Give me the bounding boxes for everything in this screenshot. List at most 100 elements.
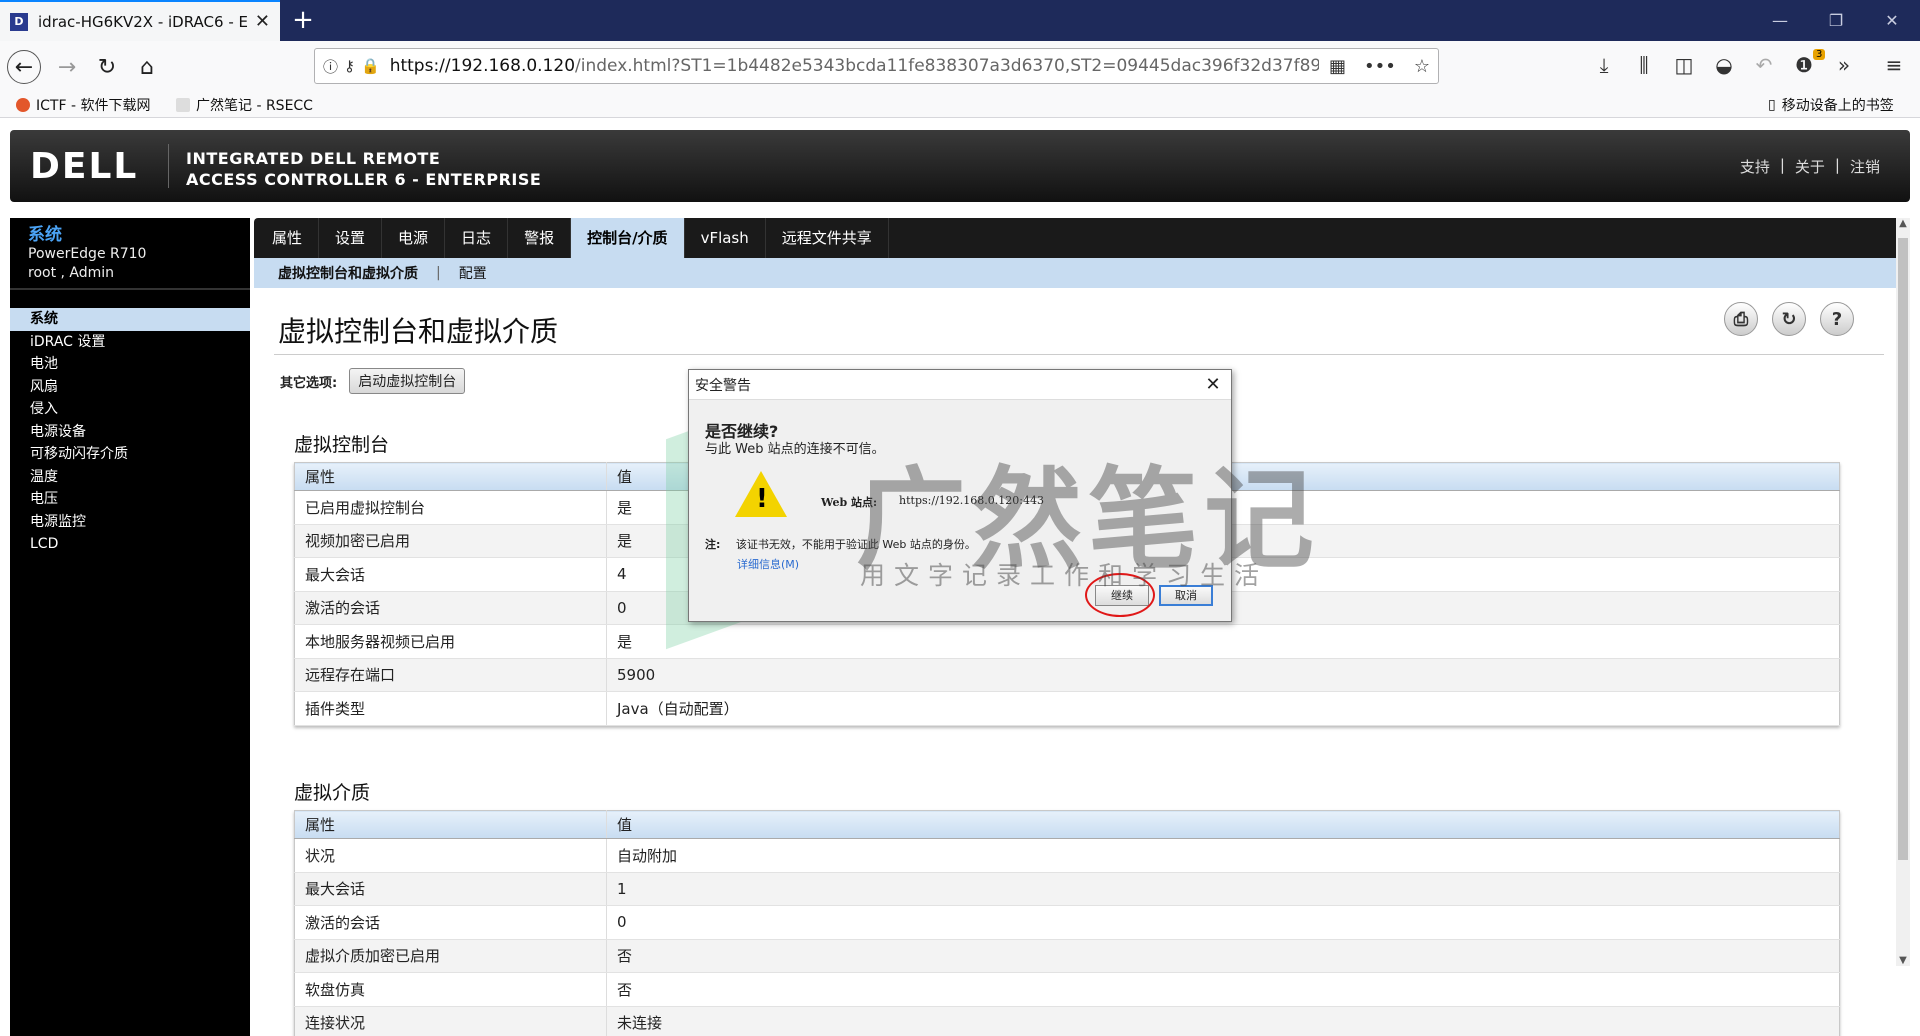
title-divider <box>274 354 1884 355</box>
col-property: 属性 <box>294 462 607 491</box>
undo-icon[interactable]: ↶ <box>1750 53 1778 77</box>
launch-console-button[interactable]: 启动虚拟控制台 <box>349 368 466 394</box>
table-row: 本地服务器视频已启用是 <box>294 624 1840 659</box>
tab-power[interactable]: 电源 <box>382 218 446 258</box>
tab-vflash[interactable]: vFlash <box>685 218 766 258</box>
sidebar-item-idrac-settings[interactable]: iDRAC 设置 <box>10 331 250 354</box>
vm-table: 属性 值 状况 自动附加 最大会话 1 激活的会话 0 虚拟介质加密已启用否 软盘仿真… <box>294 810 1840 1036</box>
new-tab-icon[interactable]: + <box>288 6 318 36</box>
system-model: PowerEdge R710 <box>28 246 147 262</box>
col-property: 属性 <box>294 810 607 839</box>
overflow-chevron-icon[interactable]: » <box>1830 53 1858 77</box>
sidebar-item-power-monitoring[interactable]: 电源监控 <box>10 511 250 534</box>
row-value: Java（自动配置） <box>606 691 1840 726</box>
tab-alerts[interactable]: 警报 <box>508 218 572 258</box>
vm-section-title: 虚拟介质 <box>294 782 371 804</box>
scroll-down-icon[interactable]: ▼ <box>1896 955 1910 966</box>
row-property: 视频加密已启用 <box>294 524 607 558</box>
row-property: 最大会话 <box>294 872 607 906</box>
bookmark-label: ICTF - 软件下载网 <box>36 98 151 114</box>
table-row: 连接状况 未连接 <box>294 1006 1840 1036</box>
tab-close-icon[interactable]: ✕ <box>255 11 270 32</box>
product-title-line2: ACCESS CONTROLLER 6 - ENTERPRISE <box>186 170 542 189</box>
url-text[interactable]: https://192.168.0.120/index.html?ST1=1b4… <box>390 56 1319 76</box>
mobile-bookmarks[interactable]: ▯ 移动设备上的书签 <box>1768 95 1894 115</box>
scrollbar-thumb[interactable] <box>1898 238 1908 860</box>
print-icon[interactable]: ⎙ <box>1724 302 1758 336</box>
sidebar-item-intrusion[interactable]: 侵入 <box>10 398 250 421</box>
row-property: 状况 <box>294 838 607 873</box>
vc-section-title: 虚拟控制台 <box>294 434 390 456</box>
scroll-up-icon[interactable]: ▲ <box>1896 218 1910 229</box>
minimize-icon[interactable]: — <box>1752 0 1808 41</box>
bookmark-rsecc[interactable]: 广然笔记 - RSECC <box>176 95 313 115</box>
col-value: 值 <box>606 810 1840 839</box>
row-value: 否 <box>606 972 1840 1007</box>
sidebar-item-flash-media[interactable]: 可移动闪存介质 <box>10 443 250 466</box>
row-property: 软盘仿真 <box>294 972 607 1007</box>
link-separator: | <box>1779 156 1785 174</box>
sidebar-item-temperatures[interactable]: 温度 <box>10 466 250 489</box>
address-bar[interactable]: ⓘ ⚷ 🔒 https://192.168.0.120/index.html?S… <box>314 48 1439 84</box>
header-divider <box>168 144 169 188</box>
sidebar-item-lcd[interactable]: LCD <box>10 533 250 556</box>
other-options: 其它选项: 启动虚拟控制台 <box>280 368 466 394</box>
page-tools: ⎙ ↻ ? <box>1724 302 1854 336</box>
tab-properties[interactable]: 属性 <box>256 218 320 258</box>
row-value: 未连接 <box>606 1006 1840 1036</box>
subtab-console-media[interactable]: 虚拟控制台和虚拟介质 <box>278 263 418 283</box>
help-icon[interactable]: ? <box>1820 302 1854 336</box>
support-link[interactable]: 支持 <box>1740 156 1770 177</box>
system-title[interactable]: 系统 <box>28 226 232 245</box>
forward-icon[interactable]: → <box>50 50 84 84</box>
tab-logs[interactable]: 日志 <box>445 218 509 258</box>
refresh-icon[interactable]: ↻ <box>1772 302 1806 336</box>
details-link[interactable]: 详细信息(M) <box>737 556 799 572</box>
sidebar-item-fans[interactable]: 风扇 <box>10 376 250 399</box>
info-icon[interactable]: ⓘ <box>323 56 338 77</box>
row-property: 远程存在端口 <box>294 658 607 692</box>
about-link[interactable]: 关于 <box>1795 156 1825 177</box>
bookmark-star-icon[interactable]: ☆ <box>1414 56 1430 77</box>
page-scrollbar[interactable]: ▲ ▼ <box>1896 218 1910 966</box>
sidebar-item-voltages[interactable]: 电压 <box>10 488 250 511</box>
reload-icon[interactable]: ↻ <box>90 50 124 84</box>
row-value: 5900 <box>606 658 1840 692</box>
download-icon[interactable]: ⤓ <box>1590 53 1618 77</box>
qr-code-icon[interactable]: ▦ <box>1329 56 1346 77</box>
extension-icon[interactable]: ◒ <box>1710 53 1738 77</box>
menu-hamburger-icon[interactable]: ≡ <box>1880 53 1908 77</box>
row-property: 最大会话 <box>294 557 607 592</box>
logout-link[interactable]: 注销 <box>1850 156 1880 177</box>
watermark-subtitle: 用文字记录工作和学习生活 <box>860 561 1269 590</box>
table-header-row: 属性 值 <box>294 810 1840 839</box>
library-icon[interactable]: ⫼ <box>1630 53 1658 77</box>
bookmarks-bar: ICTF - 软件下载网 广然笔记 - RSECC ▯ 移动设备上的书签 <box>0 91 1920 118</box>
row-property: 本地服务器视频已启用 <box>294 624 607 659</box>
sidebar-item-power-supplies[interactable]: 电源设备 <box>10 421 250 444</box>
system-summary: 系统 PowerEdge R710 root , Admin <box>10 218 250 290</box>
lock-warning-icon[interactable]: 🔒 <box>361 57 380 75</box>
row-value: 是 <box>606 624 1840 659</box>
tab-setup[interactable]: 设置 <box>319 218 383 258</box>
restore-icon[interactable]: ❐ <box>1808 0 1864 41</box>
bookmark-ictf[interactable]: ICTF - 软件下载网 <box>16 95 150 115</box>
tab-console-media[interactable]: 控制台/介质 <box>571 218 685 258</box>
more-actions-icon[interactable]: ••• <box>1364 56 1396 77</box>
browser-tab[interactable]: D idrac-HG6KV2X - iDRAC6 - E ✕ <box>0 0 280 41</box>
dialog-close-icon[interactable]: ✕ <box>1201 374 1225 395</box>
sidebar-item-batteries[interactable]: 电池 <box>10 353 250 376</box>
table-row: 最大会话 1 <box>294 872 1840 906</box>
home-icon[interactable]: ⌂ <box>130 50 164 84</box>
table-row: 远程存在端口 5900 <box>294 658 1840 692</box>
options-label: 其它选项: <box>280 375 338 391</box>
tab-remote-file-share[interactable]: 远程文件共享 <box>766 218 889 258</box>
subtab-separator: | <box>436 265 441 281</box>
window-close-icon[interactable]: ✕ <box>1864 0 1920 41</box>
subtab-configuration[interactable]: 配置 <box>459 263 487 283</box>
back-icon[interactable]: ← <box>7 50 41 84</box>
key-icon[interactable]: ⚷ <box>344 57 355 75</box>
sidebar-item-system[interactable]: 系统 <box>10 308 250 331</box>
sidebar-toggle-icon[interactable]: ◫ <box>1670 53 1698 77</box>
table-row: 激活的会话 0 <box>294 905 1840 940</box>
